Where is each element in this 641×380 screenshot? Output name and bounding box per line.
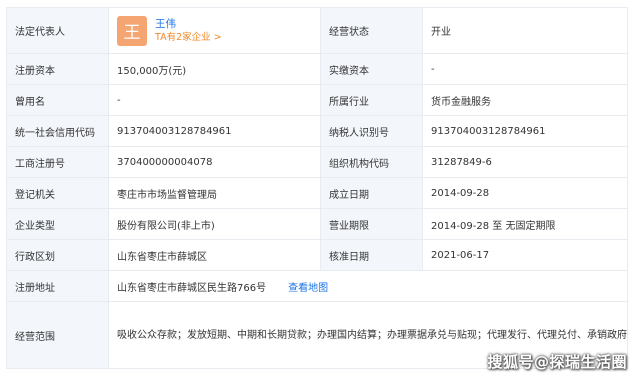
table-row: 企业类型 股份有限公司(非上市) 营业期限 2014-09-28 至 无固定期限: [6, 208, 628, 240]
table-row: 注册地址 山东省枣庄市薛城区民生路766号 查看地图: [6, 270, 628, 302]
address-label: 注册地址: [6, 270, 109, 302]
paid-capital-label: 实缴资本: [320, 53, 423, 85]
taxpayer-id-label: 纳税人识别号: [320, 115, 423, 147]
table-row: 登记机关 枣庄市市场监督管理局 成立日期 2014-09-28: [6, 177, 628, 209]
watermark: 搜狐号@探瑞生活圈: [487, 353, 627, 371]
former-name-value: -: [108, 84, 321, 116]
credit-code-label: 统一社会信用代码: [6, 115, 109, 147]
org-code-value: 31287849-6: [422, 146, 628, 178]
founded-value: 2014-09-28: [422, 177, 628, 209]
company-type-value: 股份有限公司(非上市): [108, 208, 321, 240]
table-row: 行政区划 山东省枣庄市薛城区 核准日期 2021-06-17: [6, 239, 628, 271]
org-code-label: 组织机构代码: [320, 146, 423, 178]
table-row: 注册资本 150,000万(元) 实缴资本 -: [6, 53, 628, 85]
biz-reg-no-value: 370400000004078: [108, 146, 321, 178]
table-row: 曾用名 - 所属行业 货币金融服务: [6, 84, 628, 116]
approval-date-value: 2021-06-17: [422, 239, 628, 271]
company-info-table: 法定代表人 王 王伟 TA有2家企业 > 经营状态 开业 注册资本 150,00…: [6, 7, 628, 369]
address-cell: 山东省枣庄市薛城区民生路766号 查看地图: [108, 270, 628, 302]
approval-date-label: 核准日期: [320, 239, 423, 271]
table-row: 统一社会信用代码 913704003128784961 纳税人识别号 91370…: [6, 115, 628, 147]
table-row: 工商注册号 370400000004078 组织机构代码 31287849-6: [6, 146, 628, 178]
founded-label: 成立日期: [320, 177, 423, 209]
legal-rep-cell: 王 王伟 TA有2家企业 >: [108, 7, 321, 54]
industry-value: 货币金融服务: [422, 84, 628, 116]
related-companies-link[interactable]: TA有2家企业 >: [155, 31, 222, 45]
table-row: 法定代表人 王 王伟 TA有2家企业 > 经营状态 开业: [6, 7, 628, 54]
region-value: 山东省枣庄市薛城区: [108, 239, 321, 271]
view-map-link[interactable]: 查看地图: [288, 283, 328, 294]
reg-capital-label: 注册资本: [6, 53, 109, 85]
region-label: 行政区划: [6, 239, 109, 271]
biz-reg-no-label: 工商注册号: [6, 146, 109, 178]
address-value: 山东省枣庄市薛城区民生路766号: [117, 282, 267, 294]
former-name-label: 曾用名: [6, 84, 109, 116]
reg-authority-value: 枣庄市市场监督管理局: [108, 177, 321, 209]
biz-term-value: 2014-09-28 至 无固定期限: [422, 208, 628, 240]
reg-capital-value: 150,000万(元): [108, 53, 321, 85]
legal-rep-name-link[interactable]: 王伟: [155, 17, 222, 31]
company-type-label: 企业类型: [6, 208, 109, 240]
reg-authority-label: 登记机关: [6, 177, 109, 209]
avatar: 王: [117, 15, 147, 46]
paid-capital-value: -: [422, 53, 628, 85]
industry-label: 所属行业: [320, 84, 423, 116]
scope-label: 经营范围: [6, 301, 109, 369]
credit-code-value: 913704003128784961: [108, 115, 321, 147]
legal-rep-label: 法定代表人: [6, 7, 109, 54]
taxpayer-id-value: 913704003128784961: [422, 115, 628, 147]
status-value: 开业: [422, 7, 628, 54]
biz-term-label: 营业期限: [320, 208, 423, 240]
status-label: 经营状态: [320, 7, 423, 54]
